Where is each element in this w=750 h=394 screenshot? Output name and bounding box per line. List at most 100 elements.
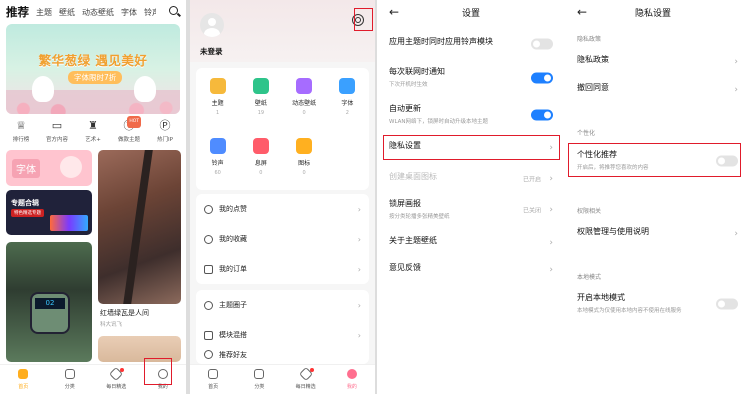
grid-label: 铃声 [211,160,224,167]
font-card[interactable]: 字体 [6,150,92,186]
grid-count: 0 [259,170,263,176]
setting-privacy[interactable]: 隐私设置 › [389,140,555,156]
username[interactable]: 未登录 [200,46,223,57]
tab-theme[interactable]: 主题 [36,7,52,18]
category-popular-ip[interactable]: Ⓟ 热门IP [148,120,182,144]
setting-subtitle: WLAN网络下，锁屏时自动升级本地主题 [389,119,489,125]
tab-ringtone[interactable]: 铃声 [144,7,156,18]
category-ranking[interactable]: ♕ 排行榜 [4,120,38,144]
avatar[interactable] [200,13,224,37]
thumbs-up-icon [204,204,213,214]
setting-feedback[interactable]: 意见反馈 › [389,262,555,278]
chevron-right-icon: › [734,85,738,95]
my-activity-menu: 我的点赞 › 我的收藏 › 我的订单 › [196,194,369,284]
grid-count: 19 [257,110,265,116]
menu-label: 我的点赞 [219,205,247,213]
setting-title: 隐私政策 [577,55,609,64]
ringtone-toggle[interactable] [531,38,553,50]
grid-live-wallpaper[interactable]: 动态壁纸 0 [283,70,326,130]
grid-ringtone[interactable]: 铃声 60 [196,130,239,188]
nav-category[interactable]: 分类 [243,369,275,390]
puzzle-icon [204,330,213,340]
personalized-recommend-row[interactable]: 个性化推荐 开启后，将推荐您喜欢的内容 [577,149,740,173]
chevron-right-icon: › [549,174,553,184]
grid-aod[interactable]: 息屏 0 [239,130,282,188]
grid-icon-pack[interactable]: 图标 0 [283,130,326,188]
setting-desktop-icon[interactable]: 创建桌面图标 已开启 › [389,171,555,187]
tab-live-wallpaper[interactable]: 动态壁纸 [82,7,114,18]
auto-update-toggle[interactable] [531,109,553,121]
personalized-recommend-toggle[interactable] [716,155,738,167]
menu-recommend-friend[interactable]: 推荐好友 [196,350,369,364]
setting-title: 撤回同意 [577,83,609,92]
bottom-nav: 首页 分类 每日精选 我的 [190,364,375,394]
chevron-right-icon: › [357,300,361,310]
paw-illustration [60,156,82,178]
nav-home[interactable]: 首页 [197,369,229,390]
nav-label: 每日精选 [295,384,316,390]
nav-mine[interactable]: 我的 [336,369,368,390]
tab-recommend[interactable]: 推荐 [6,4,29,20]
menu-my-favorites[interactable]: 我的收藏 › [196,224,369,254]
network-notify-toggle[interactable] [531,72,553,84]
city-wallpaper-card[interactable] [98,150,181,304]
setting-auto-update[interactable]: 自动更新 WLAN网络下，锁屏时自动升级本地主题 [389,103,555,127]
bottom-nav: 首页 分类 每日精选 我的 [0,364,186,394]
grid-theme[interactable]: 主题 1 [196,70,239,130]
topic-collection-card[interactable]: 专题合辑 特色精选专题 [6,190,92,235]
setting-ringtone-with-theme[interactable]: 应用主题时同时应用铃声模块 [389,36,555,52]
bell-icon [209,138,226,154]
withdraw-consent-row[interactable]: 撤回同意 › [577,82,740,98]
chevron-right-icon: › [734,57,738,67]
tab-wallpaper[interactable]: 壁纸 [59,7,75,18]
grid-font[interactable]: 字体 2 [326,70,369,130]
chevron-right-icon: › [357,330,361,340]
category-official[interactable]: ▭ 官方内容 [40,120,74,144]
mech-theme-card[interactable] [6,242,92,362]
topic-card-subtitle: 特色精选专题 [11,209,44,217]
back-arrow-icon[interactable]: ← [389,5,399,19]
tab-font[interactable]: 字体 [121,7,137,18]
category-make-theme[interactable]: ⓉHOT 做款主题 [112,116,146,143]
local-mode-toggle[interactable] [716,298,738,310]
category-icon [64,369,75,379]
category-label: 官方内容 [45,137,68,143]
menu-module-mix[interactable]: 模块混搭 › [196,320,369,350]
promo-banner[interactable]: 繁华葱绿 遇见美好 字体限时7折 [6,24,180,114]
nav-home[interactable]: 首页 [7,369,39,390]
font-card-label: 字体 [12,159,40,178]
grid-wallpaper[interactable]: 壁纸 19 [239,70,282,130]
nav-label: 分类 [64,384,75,390]
banner-title: 繁华葱绿 遇见美好 [38,53,148,68]
menu-my-orders[interactable]: 我的订单 › [196,254,369,284]
nav-daily[interactable]: 每日精选 [100,366,132,390]
category-art[interactable]: ♜ 艺术+ [76,120,110,144]
notification-dot [120,368,125,372]
setting-lockscreen-magazine[interactable]: 锁屏画报 按分类轮播多张精美壁纸 已关闭 › [389,198,555,222]
nav-label: 分类 [254,384,265,390]
home-icon [208,369,219,379]
category-label: 艺术+ [85,137,101,143]
local-mode-row[interactable]: 开启本地模式 本地模式为仅使用本地内容不使用在线服务 [577,292,740,316]
menu-theme-circle[interactable]: 主题圈子 › [196,290,369,320]
wallpaper-card[interactable] [98,336,181,362]
menu-my-likes[interactable]: 我的点赞 › [196,194,369,224]
privacy-policy-row[interactable]: 隐私政策 › [577,54,740,70]
search-icon[interactable] [168,5,182,19]
profile-icon [157,369,168,379]
chevron-right-icon: › [549,238,553,248]
setting-network-notify[interactable]: 每次联网时通知 下次开机时生效 [389,66,555,90]
icon-pack-icon [296,138,313,154]
grid-label: 图标 [298,160,311,167]
setting-about[interactable]: 关于主题壁纸 › [389,235,555,251]
bunny-illustration [134,76,156,102]
nav-category[interactable]: 分类 [54,369,86,390]
back-arrow-icon[interactable]: ← [577,5,587,19]
profile-screen: 未登录 主题 1 壁纸 19 动态壁纸 0 字体 2 铃声 60 息屏 0 图标… [190,0,375,394]
grid-count: 0 [302,170,306,176]
nav-mine[interactable]: 我的 [147,369,179,390]
grid-label: 字体 [341,100,354,107]
nav-daily[interactable]: 每日精选 [290,366,322,390]
permission-management-row[interactable]: 权限管理与使用说明 › [577,226,740,242]
settings-gear-icon[interactable] [352,14,364,26]
